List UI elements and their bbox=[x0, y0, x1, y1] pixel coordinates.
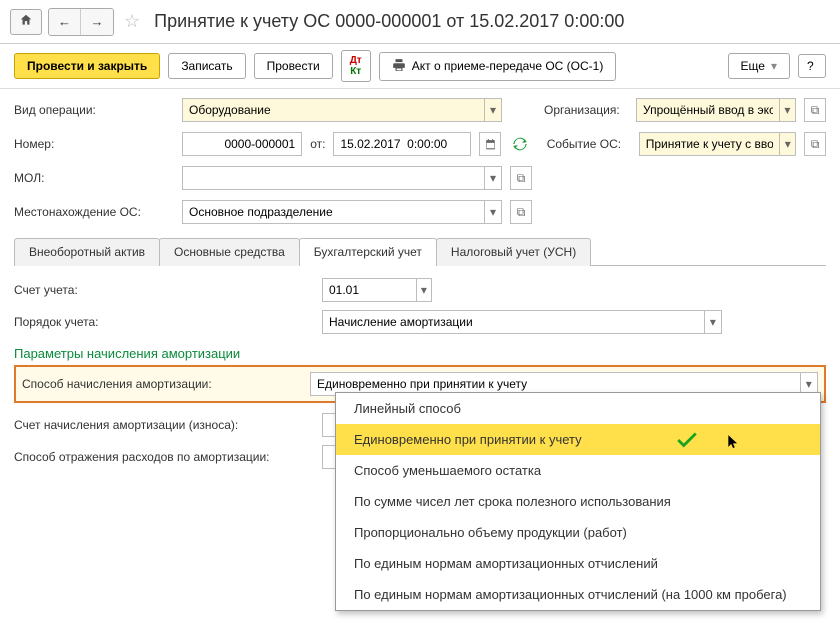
account-label: Счет учета: bbox=[14, 283, 314, 297]
chevron-down-icon: ▾ bbox=[771, 59, 777, 73]
location-dropdown[interactable]: ▾ bbox=[484, 201, 501, 223]
event-label: Событие ОС: bbox=[547, 137, 631, 151]
event-dropdown[interactable]: ▾ bbox=[779, 133, 795, 155]
dd-option-uniform-1000km[interactable]: По единым нормам амортизационных отчисле… bbox=[336, 579, 820, 610]
event-open[interactable]: ⧉ bbox=[804, 132, 826, 156]
date-input[interactable] bbox=[334, 133, 470, 155]
print-act-label: Акт о приеме-передаче ОС (ОС-1) bbox=[412, 59, 604, 73]
number-input[interactable] bbox=[183, 133, 301, 155]
tab-accounting[interactable]: Бухгалтерский учет bbox=[299, 238, 437, 266]
printer-icon bbox=[392, 58, 406, 75]
dd-option-proportional[interactable]: Пропорционально объему продукции (работ) bbox=[336, 517, 820, 548]
mol-input[interactable] bbox=[183, 167, 484, 189]
from-label: от: bbox=[310, 137, 325, 151]
help-button[interactable]: ? bbox=[798, 54, 826, 78]
account-input[interactable] bbox=[323, 279, 416, 301]
home-button[interactable] bbox=[10, 9, 42, 35]
expense-label: Способ отражения расходов по амортизации… bbox=[14, 450, 314, 464]
tab-tax-accounting[interactable]: Налоговый учет (УСН) bbox=[436, 238, 591, 266]
page-title: Принятие к учету ОС 0000-000001 от 15.02… bbox=[154, 11, 624, 32]
favorite-star-icon[interactable]: ☆ bbox=[124, 11, 140, 32]
dd-option-once[interactable]: Единовременно при принятии к учету bbox=[336, 424, 820, 455]
operation-type-label: Вид операции: bbox=[14, 103, 174, 117]
more-label: Еще bbox=[741, 59, 765, 73]
dk-button[interactable]: ДтКт bbox=[341, 50, 371, 82]
more-button[interactable]: Еще ▾ bbox=[728, 53, 790, 79]
order-input[interactable] bbox=[323, 311, 704, 333]
section-amortization-params: Параметры начисления амортизации bbox=[14, 346, 826, 361]
save-button[interactable]: Записать bbox=[168, 53, 245, 79]
dd-option-uniform[interactable]: По единым нормам амортизационных отчисле… bbox=[336, 548, 820, 579]
dd-option-once-label: Единовременно при принятии к учету bbox=[354, 432, 582, 447]
depr-account-label: Счет начисления амортизации (износа): bbox=[14, 418, 314, 432]
forward-button[interactable]: → bbox=[81, 9, 113, 35]
home-icon bbox=[19, 13, 33, 30]
post-button[interactable]: Провести bbox=[254, 53, 333, 79]
organization-label: Организация: bbox=[544, 103, 628, 117]
location-label: Местонахождение ОС: bbox=[14, 205, 174, 219]
order-dropdown[interactable]: ▾ bbox=[704, 311, 721, 333]
organization-input[interactable] bbox=[637, 99, 779, 121]
organization-dropdown[interactable]: ▾ bbox=[779, 99, 795, 121]
dd-option-declining[interactable]: Способ уменьшаемого остатка bbox=[336, 455, 820, 486]
back-button[interactable]: ← bbox=[49, 9, 81, 35]
mol-open[interactable]: ⧉ bbox=[510, 166, 532, 190]
organization-open[interactable]: ⧉ bbox=[804, 98, 826, 122]
calendar-button[interactable] bbox=[479, 132, 501, 156]
arrow-left-icon: ← bbox=[58, 14, 71, 29]
dd-option-sum-years[interactable]: По сумме чисел лет срока полезного испол… bbox=[336, 486, 820, 517]
order-label: Порядок учета: bbox=[14, 315, 314, 329]
post-and-close-button[interactable]: Провести и закрыть bbox=[14, 53, 160, 79]
method-dropdown-panel: Линейный способ Единовременно при принят… bbox=[335, 392, 821, 611]
arrow-right-icon: → bbox=[91, 14, 104, 29]
refresh-button[interactable] bbox=[509, 132, 531, 156]
tab-fixed-assets[interactable]: Основные средства bbox=[159, 238, 300, 266]
number-label: Номер: bbox=[14, 137, 174, 151]
method-label: Способ начисления амортизации: bbox=[22, 377, 302, 391]
mol-dropdown[interactable]: ▾ bbox=[484, 167, 501, 189]
location-open[interactable]: ⧉ bbox=[510, 200, 532, 224]
cursor-icon bbox=[726, 432, 740, 454]
print-act-button[interactable]: Акт о приеме-передаче ОС (ОС-1) bbox=[379, 52, 617, 81]
checkmark-icon bbox=[674, 426, 700, 458]
event-input[interactable] bbox=[640, 133, 780, 155]
dd-option-linear[interactable]: Линейный способ bbox=[336, 393, 820, 424]
tab-non-current-asset[interactable]: Внеоборотный актив bbox=[14, 238, 160, 266]
mol-label: МОЛ: bbox=[14, 171, 174, 185]
account-dropdown[interactable]: ▾ bbox=[416, 279, 431, 301]
operation-type-input[interactable] bbox=[183, 99, 484, 121]
location-input[interactable] bbox=[183, 201, 484, 223]
operation-type-dropdown[interactable]: ▾ bbox=[484, 99, 501, 121]
dk-icon: ДтКт bbox=[350, 55, 362, 77]
